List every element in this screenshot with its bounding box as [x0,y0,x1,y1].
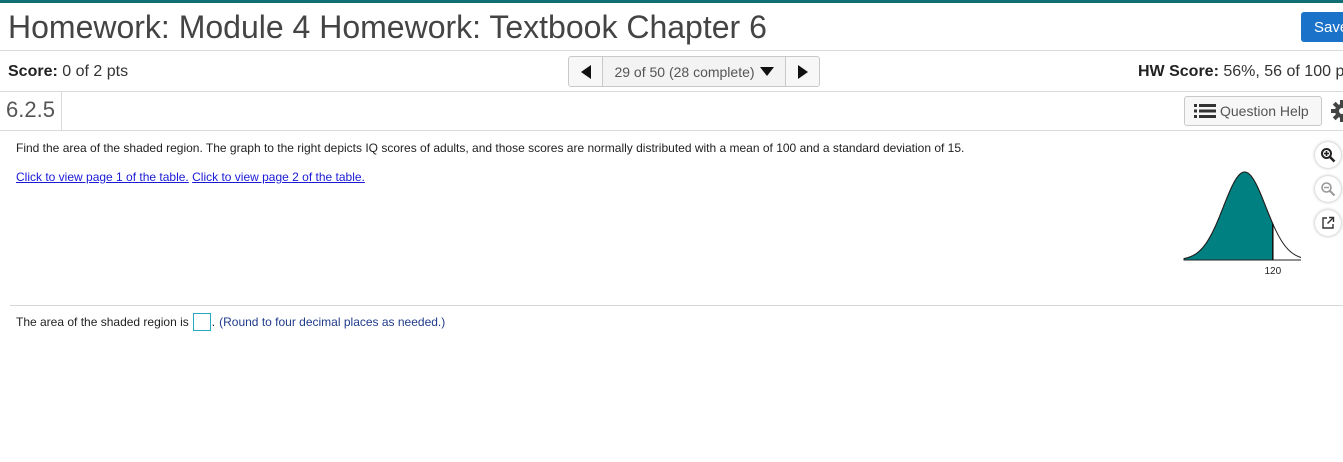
open-external-button[interactable] [1315,210,1341,236]
page-title: Homework: Module 4 Homework: Textbook Ch… [8,9,767,45]
hw-score-value: 56%, 56 of 100 p [1223,63,1343,80]
title-bar: Homework: Module 4 Homework: Textbook Ch… [0,3,1343,51]
question-help-label: Question Help [1220,103,1309,119]
score: Score: 0 of 2 pts [8,63,128,81]
question-selector[interactable]: 29 of 50 (28 complete) [603,57,785,86]
zoom-in-icon [1321,148,1336,163]
zoom-in-button[interactable] [1315,142,1341,168]
question-number: 6.2.5 [0,92,62,130]
section-divider [10,305,1343,306]
chevron-right-icon [797,64,808,79]
next-question-button[interactable] [785,57,819,86]
tick-label-120: 120 [1264,266,1281,277]
question-bar: 6.2.5 Question Help [0,92,1343,131]
score-label: Score: [8,63,58,80]
question-navigator: 29 of 50 (28 complete) [568,56,820,87]
zoom-out-button[interactable] [1315,176,1341,202]
normal-distribution-graph: 120 [1183,171,1302,277]
rounding-hint: (Round to four decimal places as needed.… [219,315,446,329]
list-icon [1194,104,1216,118]
answer-prefix: The area of the shaded region is [16,315,189,329]
table-page-1-link[interactable]: Click to view page 1 of the table. [16,170,189,184]
hw-score-label: HW Score: [1138,63,1219,80]
chevron-left-icon [580,64,591,79]
answer-input[interactable] [192,313,211,331]
gear-icon[interactable] [1331,100,1343,122]
answer-row: The area of the shaded region is . (Roun… [16,313,445,331]
shaded-region [1183,171,1274,261]
previous-question-button[interactable] [569,57,603,86]
table-links: Click to view page 1 of the table. Click… [16,170,365,184]
hw-score: HW Score: 56%, 56 of 100 p [1138,63,1343,81]
question-help-button[interactable]: Question Help [1184,96,1322,126]
external-link-icon [1322,216,1335,229]
save-button[interactable]: Save [1301,12,1343,42]
score-bar: Score: 0 of 2 pts 29 of 50 (28 complete)… [0,52,1343,92]
table-page-2-link[interactable]: Click to view page 2 of the table. [192,170,365,184]
zoom-out-icon [1321,182,1336,197]
zoom-controls [1315,142,1341,244]
caret-down-icon [759,67,774,76]
question-selector-label: 29 of 50 (28 complete) [614,63,755,80]
question-prompt: Find the area of the shaded region. The … [16,141,965,155]
answer-period: . [211,315,216,329]
score-value: 0 of 2 pts [62,63,129,80]
